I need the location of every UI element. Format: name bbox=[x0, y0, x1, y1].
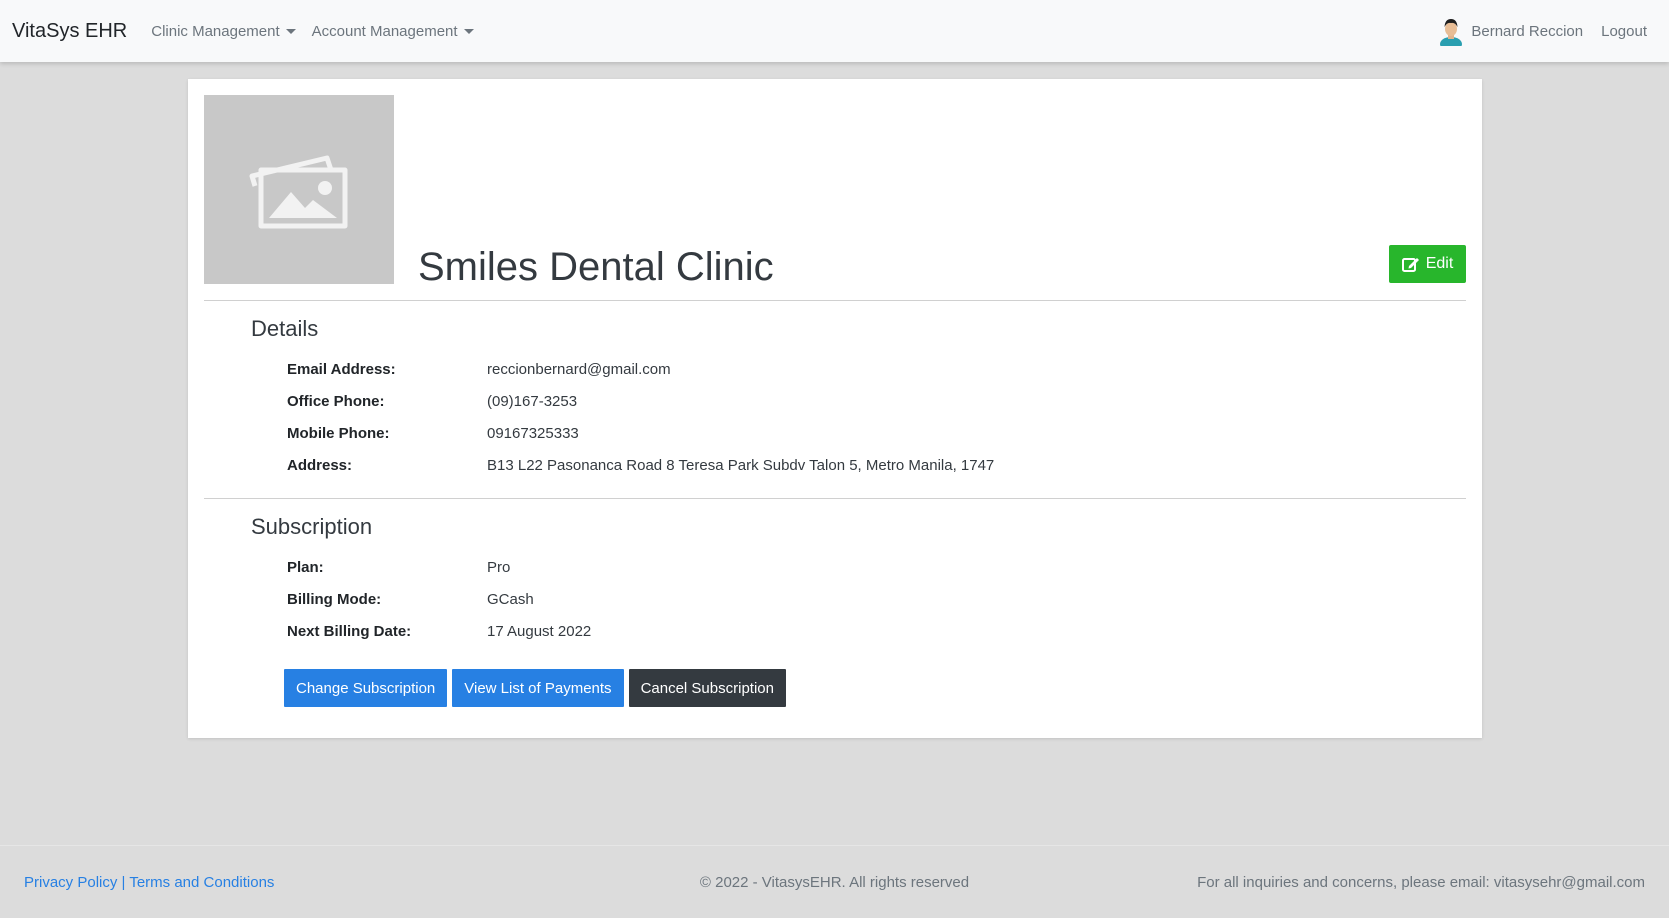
detail-row-address: Address: B13 L22 Pasonanca Road 8 Teresa… bbox=[287, 457, 994, 474]
account-management-label: Account Management bbox=[311, 22, 458, 40]
detail-label: Email Address: bbox=[287, 361, 396, 378]
subscription-row-next-billing: Next Billing Date: 17 August 2022 bbox=[287, 623, 591, 640]
change-subscription-button[interactable]: Change Subscription bbox=[284, 669, 448, 707]
subscription-actions: Change Subscription View List of Payment… bbox=[284, 669, 786, 707]
caret-down-icon bbox=[285, 28, 296, 34]
subscription-heading: Subscription bbox=[251, 514, 373, 539]
subscription-value: 17 August 2022 bbox=[487, 623, 592, 640]
logout-link[interactable]: Logout bbox=[1601, 23, 1647, 40]
edit-icon bbox=[1401, 258, 1419, 272]
subscription-value: Pro bbox=[487, 559, 511, 576]
divider bbox=[204, 498, 1466, 499]
caret-down-icon bbox=[463, 28, 474, 34]
inquiry-text: For all inquiries and concerns, please e… bbox=[1197, 873, 1645, 891]
details-heading: Details bbox=[251, 316, 319, 341]
account-management-dropdown[interactable]: Account Management bbox=[312, 23, 474, 40]
view-payments-button[interactable]: View List of Payments bbox=[452, 669, 624, 707]
clinic-name-heading: Smiles Dental Clinic bbox=[418, 245, 774, 289]
subscription-label: Billing Mode: bbox=[287, 591, 382, 608]
subscription-value: GCash bbox=[487, 591, 534, 608]
detail-label: Mobile Phone: bbox=[287, 425, 390, 442]
page-footer: © 2022 - VitasysEHR. All rights reserved… bbox=[0, 845, 1669, 918]
subscription-label: Plan: bbox=[287, 559, 324, 576]
link-separator: | bbox=[121, 873, 126, 891]
clinic-management-label: Clinic Management bbox=[151, 22, 280, 40]
brand-link[interactable]: VitaSys EHR bbox=[12, 20, 127, 43]
clinic-profile-card: Smiles Dental Clinic Edit Details Email … bbox=[188, 79, 1482, 738]
clinic-logo-placeholder bbox=[204, 95, 394, 284]
detail-label: Office Phone: bbox=[287, 393, 385, 410]
subscription-label: Next Billing Date: bbox=[287, 623, 412, 640]
user-name-link[interactable]: Bernard Reccion bbox=[1471, 23, 1583, 40]
privacy-policy-link[interactable]: Privacy Policy bbox=[24, 874, 117, 891]
user-avatar[interactable] bbox=[1439, 16, 1463, 46]
terms-link[interactable]: Terms and Conditions bbox=[129, 874, 274, 891]
footer-links: Privacy Policy | Terms and Conditions bbox=[24, 874, 274, 891]
detail-value: 09167325333 bbox=[487, 425, 579, 442]
detail-value: reccionbernard@gmail.com bbox=[487, 361, 671, 378]
detail-row-email: Email Address: reccionbernard@gmail.com bbox=[287, 361, 671, 378]
detail-value: (09)167-3253 bbox=[487, 393, 578, 410]
clinic-management-dropdown[interactable]: Clinic Management bbox=[151, 22, 296, 40]
image-placeholder-icon bbox=[249, 155, 348, 228]
detail-row-mobile-phone: Mobile Phone: 09167325333 bbox=[287, 425, 579, 442]
detail-value: B13 L22 Pasonanca Road 8 Teresa Park Sub… bbox=[487, 457, 995, 474]
divider bbox=[204, 300, 1466, 301]
edit-label: Edit bbox=[1425, 255, 1454, 272]
top-navbar: VitaSys EHR Clinic Management Account Ma… bbox=[0, 0, 1669, 62]
subscription-row-billing-mode: Billing Mode: GCash bbox=[287, 591, 534, 608]
cancel-subscription-button[interactable]: Cancel Subscription bbox=[628, 669, 786, 707]
edit-button[interactable]: Edit bbox=[1389, 245, 1466, 283]
detail-label: Address: bbox=[287, 457, 353, 474]
subscription-row-plan: Plan: Pro bbox=[287, 559, 510, 576]
detail-row-office-phone: Office Phone: (09)167-3253 bbox=[287, 393, 577, 410]
